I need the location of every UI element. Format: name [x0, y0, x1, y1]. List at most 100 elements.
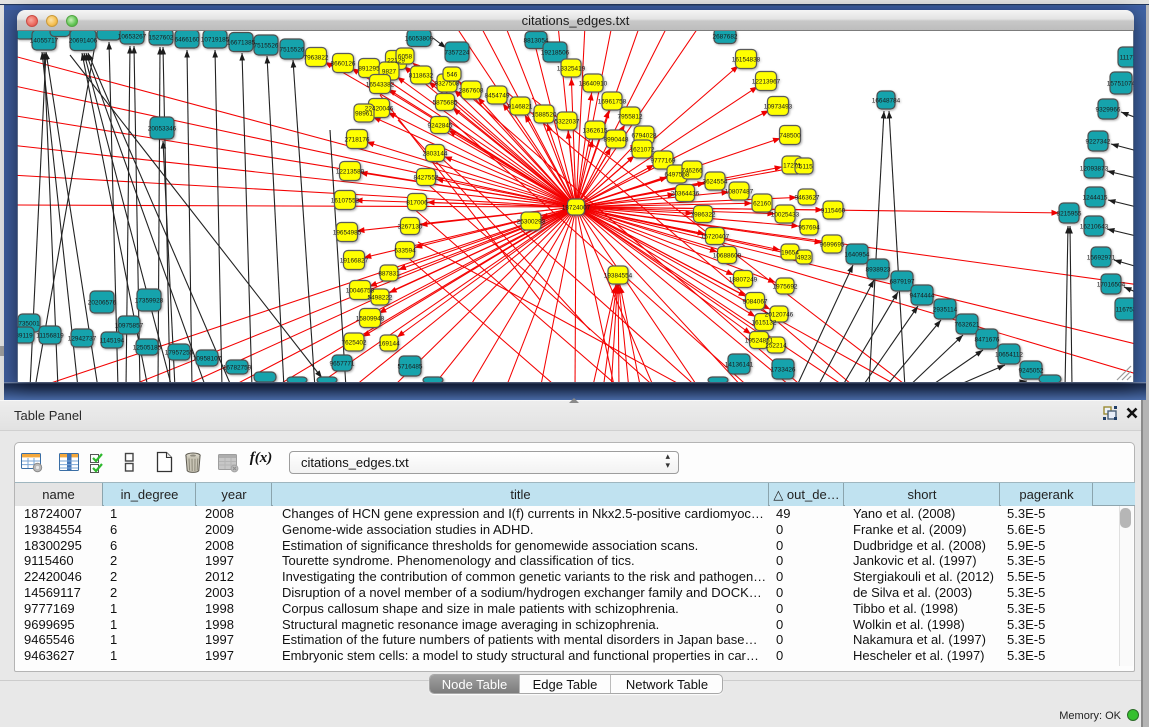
svg-text:10046758: 10046758: [346, 288, 375, 295]
svg-text:1621072: 1621072: [630, 147, 655, 154]
svg-text:887831: 887831: [378, 271, 400, 278]
svg-text:16210643: 16210643: [1080, 224, 1109, 231]
svg-text:12213589: 12213589: [336, 169, 365, 176]
svg-text:5875685: 5875685: [433, 100, 458, 107]
svg-text:8660126: 8660126: [331, 61, 356, 68]
svg-text:533594: 533594: [394, 248, 416, 255]
svg-text:546: 546: [447, 72, 458, 79]
svg-text:5498222: 5498222: [368, 295, 393, 302]
svg-text:735001: 735001: [18, 321, 40, 328]
svg-text:19166827: 19166827: [340, 258, 369, 265]
svg-text:75115: 75115: [795, 164, 813, 171]
svg-text:3267130: 3267130: [398, 224, 423, 231]
svg-text:19654985: 19654985: [333, 230, 362, 237]
svg-text:7955812: 7955812: [618, 114, 643, 121]
svg-text:817006: 817006: [406, 200, 428, 207]
svg-text:16107552: 16107552: [331, 198, 360, 205]
svg-text:10807487: 10807487: [725, 189, 754, 196]
svg-text:8215955: 8215955: [1057, 211, 1082, 218]
svg-text:12213967: 12213967: [752, 79, 781, 86]
svg-text:1588520: 1588520: [532, 112, 557, 119]
svg-text:1640954: 1640954: [845, 252, 870, 259]
svg-text:9657771: 9657771: [330, 361, 355, 368]
svg-text:8471676: 8471676: [975, 337, 1000, 344]
svg-text:19218506: 19218506: [541, 50, 570, 57]
svg-text:7625402: 7625402: [342, 340, 367, 347]
svg-text:1145194: 1145194: [100, 338, 125, 345]
svg-text:20364436: 20364436: [671, 191, 700, 198]
svg-text:252214: 252214: [765, 343, 787, 350]
svg-text:169144: 169144: [378, 341, 400, 348]
svg-text:9474444: 9474444: [910, 293, 935, 300]
svg-text:7632621: 7632621: [955, 322, 980, 329]
svg-text:6879197: 6879197: [890, 279, 915, 286]
svg-text:16671385: 16671385: [227, 40, 256, 47]
svg-text:8427552: 8427552: [414, 175, 439, 182]
svg-text:8990448: 8990448: [604, 137, 629, 144]
svg-text:12093873: 12093873: [1080, 166, 1109, 173]
svg-text:11156819: 11156819: [36, 333, 64, 340]
svg-text:16543382: 16543382: [366, 82, 395, 89]
svg-text:20120746: 20120746: [765, 312, 794, 319]
svg-text:9329966: 9329966: [1096, 107, 1121, 114]
svg-text:957694: 957694: [798, 225, 820, 232]
svg-text:6794028: 6794028: [632, 133, 657, 140]
svg-text:7963822: 7963822: [304, 55, 329, 62]
svg-text:8813054: 8813054: [524, 38, 549, 45]
svg-text:17016504: 17016504: [1097, 282, 1126, 289]
svg-text:10654112: 10654112: [995, 352, 1023, 359]
svg-text:1244415: 1244415: [1083, 195, 1108, 202]
svg-text:2803144: 2803144: [423, 151, 448, 158]
svg-text:16053809: 16053809: [405, 36, 434, 43]
svg-text:8454749: 8454749: [485, 93, 510, 100]
svg-text:8118632: 8118632: [409, 73, 434, 80]
svg-text:15751074: 15751074: [1107, 81, 1134, 88]
svg-text:16961758: 16961758: [598, 99, 627, 106]
svg-text:10958107: 10958107: [193, 356, 222, 363]
svg-text:8938923: 8938923: [866, 267, 891, 274]
svg-text:25300293: 25300293: [517, 219, 546, 226]
svg-text:17957255: 17957255: [165, 350, 194, 357]
svg-text:10973493: 10973493: [764, 104, 793, 111]
svg-text:1615132: 1615132: [752, 320, 777, 327]
svg-text:10025433: 10025433: [771, 212, 800, 219]
svg-text:9245052: 9245052: [1019, 368, 1044, 375]
svg-text:5322037: 5322037: [555, 119, 580, 126]
svg-text:2687682: 2687682: [713, 34, 738, 41]
svg-text:16154838: 16154838: [732, 57, 761, 64]
svg-text:62160: 62160: [753, 201, 771, 208]
svg-text:12505185: 12505185: [133, 345, 162, 352]
svg-text:9327508: 9327508: [435, 81, 460, 88]
svg-text:20691406: 20691406: [69, 38, 98, 45]
svg-text:10688609: 10688609: [713, 253, 742, 260]
svg-text:3624554: 3624554: [703, 179, 728, 186]
svg-text:7357224: 7357224: [445, 50, 470, 57]
svg-text:746266: 746266: [681, 168, 703, 175]
svg-text:13325419: 13325419: [557, 66, 586, 73]
svg-text:116753: 116753: [1116, 307, 1134, 314]
svg-text:9227342: 9227342: [1086, 139, 1111, 146]
svg-text:18640910: 18640910: [579, 81, 608, 88]
svg-text:9699695: 9699695: [820, 242, 845, 249]
svg-text:12942737: 12942737: [68, 336, 97, 343]
svg-text:10719185: 10719185: [201, 37, 230, 44]
svg-text:2935114: 2935114: [933, 307, 958, 314]
svg-text:14136141: 14136141: [725, 362, 754, 369]
svg-text:4923: 4923: [797, 255, 812, 262]
svg-text:748500: 748500: [779, 133, 801, 140]
svg-text:17359928: 17359928: [135, 298, 164, 305]
svg-text:19384554: 19384554: [604, 273, 633, 280]
svg-text:15809948: 15809948: [356, 316, 385, 323]
svg-text:98961: 98961: [355, 111, 373, 118]
svg-text:9242845: 9242845: [428, 123, 453, 130]
svg-text:18724007: 18724007: [562, 205, 591, 212]
svg-text:18807249: 18807249: [729, 277, 758, 284]
svg-text:9777169: 9777169: [651, 158, 676, 165]
svg-text:20206576: 20206576: [88, 300, 117, 307]
svg-text:9115460: 9115460: [821, 208, 846, 215]
svg-text:6058: 6058: [398, 54, 413, 61]
svg-text:1975692: 1975692: [773, 284, 798, 291]
svg-text:1733426: 1733426: [771, 367, 796, 374]
svg-text:11171: 11171: [1120, 55, 1134, 62]
svg-text:16782759: 16782759: [223, 365, 252, 372]
